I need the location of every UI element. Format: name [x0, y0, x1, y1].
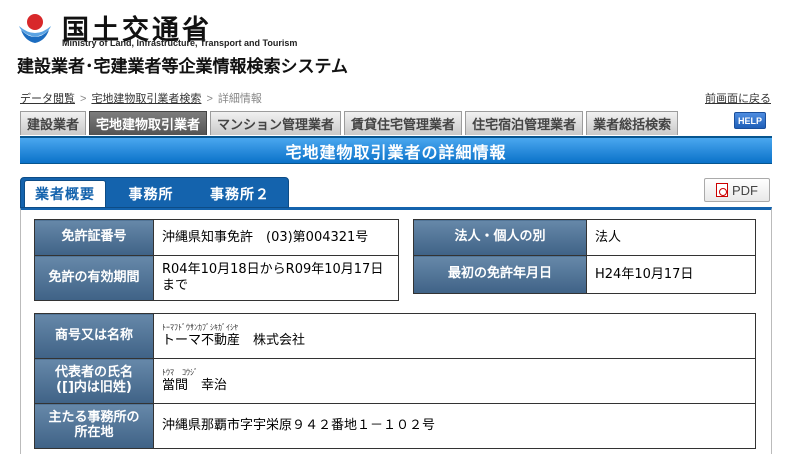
representative-kana: ﾄｳﾏ ｺｳｼﾞ — [162, 367, 198, 377]
mlit-logo-icon — [19, 14, 51, 43]
help-button[interactable]: HELP — [734, 112, 766, 129]
main-office-label-line1: 主たる事務所の — [48, 410, 140, 426]
first-license-date-value: H24年10月17日 — [586, 255, 756, 294]
breadcrumb-separator: > — [206, 93, 213, 105]
corp-type-value: 法人 — [586, 219, 756, 256]
company-table: 商号又は名称 ﾄｰﾏﾌﾄﾞｳｻﾝｶﾌﾞｼｷｶﾞｲｼﾔ トーマ不動産 株式会社 代… — [34, 313, 756, 449]
license-table: 免許証番号 沖縄県知事免許 (03)第004321号 免許の有効期間 R04年1… — [34, 219, 399, 301]
site-header: 国土交通省 Ministry of Land, Infrastructure, … — [0, 0, 793, 80]
tab-construction[interactable]: 建設業者 — [20, 111, 87, 135]
back-link[interactable]: 前画面に戻る — [705, 90, 771, 106]
license-validity-label: 免許の有効期間 — [34, 255, 154, 301]
company-name-value: トーマ不動産 株式会社 — [162, 332, 306, 348]
license-number-label: 免許証番号 — [34, 219, 154, 256]
company-name-label: 商号又は名称 — [34, 313, 154, 359]
tab-rental-housing-management[interactable]: 賃貸住宅管理業者 — [344, 111, 463, 135]
breadcrumb-broker-search[interactable]: 宅地建物取引業者検索 — [91, 93, 201, 105]
main-office-label-line2: 所在地 — [74, 425, 114, 440]
representative-cell: ﾄｳﾏ ｺｳｼﾞ 當間 幸治 — [153, 358, 756, 404]
license-validity-value: R04年10月18日からR09年10月17日まで — [153, 255, 399, 301]
representative-value: 當間 幸治 — [162, 377, 228, 393]
tab-lodging-management[interactable]: 住宅宿泊管理業者 — [465, 111, 584, 135]
representative-label: 代表者の氏名 ([]内は旧姓) — [34, 358, 154, 404]
system-title: 建設業者･宅建業者等企業情報検索システム — [17, 57, 348, 77]
breadcrumb-current: 詳細情報 — [217, 93, 262, 105]
corp-type-label: 法人・個人の別 — [413, 219, 587, 256]
detail-tabs: 業者概要 事務所 事務所２ — [20, 177, 289, 208]
pdf-button[interactable]: PDF — [704, 178, 770, 202]
tab-company-overview[interactable]: 業者概要 — [24, 180, 106, 207]
tab-office[interactable]: 事務所 — [106, 180, 196, 207]
tab-office-2[interactable]: 事務所２ — [196, 180, 284, 207]
category-tabs: 建設業者 宅地建物取引業者 マンション管理業者 賃貸住宅管理業者 住宅宿泊管理業… — [20, 111, 679, 135]
first-license-date-label: 最初の免許年月日 — [413, 255, 587, 294]
main-office-label: 主たる事務所の 所在地 — [34, 403, 154, 449]
tab-condominium-management[interactable]: マンション管理業者 — [210, 111, 342, 135]
ministry-name-en: Ministry of Land, Infrastructure, Transp… — [62, 38, 298, 48]
company-name-kana: ﾄｰﾏﾌﾄﾞｳｻﾝｶﾌﾞｼｷｶﾞｲｼﾔ — [162, 322, 238, 332]
corp-table: 法人・個人の別 法人 最初の免許年月日 H24年10月17日 — [413, 219, 756, 294]
pdf-label: PDF — [732, 182, 758, 198]
breadcrumb-data-browse[interactable]: データ閲覧 — [20, 93, 75, 105]
representative-label-line2: ([]内は旧姓) — [56, 380, 132, 395]
pdf-icon — [716, 183, 728, 197]
representative-label-line1: 代表者の氏名 — [54, 365, 133, 381]
page-title: 宅地建物取引業者の詳細情報 — [20, 136, 772, 164]
license-number-value: 沖縄県知事免許 (03)第004321号 — [153, 219, 399, 256]
tab-general-search[interactable]: 業者総括検索 — [586, 111, 679, 135]
tab-real-estate-broker[interactable]: 宅地建物取引業者 — [89, 111, 208, 135]
breadcrumb-separator: > — [80, 93, 87, 105]
main-office-value: 沖縄県那覇市字宇栄原９４２番地１－１０２号 — [153, 403, 756, 449]
breadcrumb: データ閲覧 > 宅地建物取引業者検索 > 詳細情報 — [20, 90, 262, 106]
company-name-cell: ﾄｰﾏﾌﾄﾞｳｻﾝｶﾌﾞｼｷｶﾞｲｼﾔ トーマ不動産 株式会社 — [153, 313, 756, 359]
